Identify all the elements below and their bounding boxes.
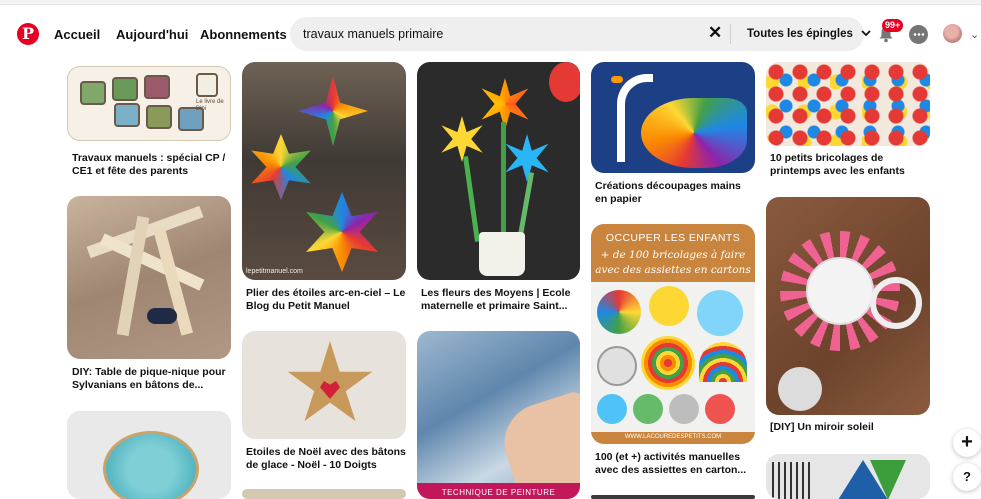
pin-title[interactable]: [DIY] Un miroir soleil [770,421,928,434]
pin-image-partial[interactable] [591,495,755,499]
create-button[interactable]: + [953,429,981,457]
pin-title[interactable]: Plier des étoiles arc-en-ciel – Le Blog … [246,287,406,312]
small-mirror [778,367,822,411]
pin-image-partial[interactable] [242,489,406,499]
pin-watermark: lepetitmanuel.com [246,268,303,275]
account-chevron-icon[interactable]: ⌄ [970,28,979,41]
pin-image-cp[interactable]: Le livre de Bibi [67,66,231,141]
tape-roll [870,277,922,329]
nav-home[interactable]: Accueil [54,27,100,42]
pin-image-notebook[interactable] [766,454,930,499]
chat-icon[interactable] [909,25,928,44]
pin-image-sticks[interactable] [67,196,231,359]
chevron-down-icon [861,30,871,37]
pin-footer-url: WWW.LACOUREDESPETITS.COM [624,434,722,440]
nav-today[interactable]: Aujourd'hui [116,27,188,42]
paper-star [298,76,368,146]
search-divider [730,24,731,44]
pin-overlay-line: + de 100 bricolages à faire [600,249,746,261]
paper-plate [641,336,695,390]
spiral-binding [772,462,812,499]
search-input[interactable]: travaux manuels primaire [303,27,443,41]
pin-image-dots[interactable] [766,62,930,146]
paper-plate [633,394,663,424]
stamp-pattern [766,62,930,146]
activity-card [146,105,172,129]
plates-collage [591,282,755,432]
paper-plate [597,290,641,334]
paper-flower [441,116,483,162]
search-bar[interactable]: travaux manuels primaire ✕ Toutes les ép… [290,17,871,51]
paper-plate [649,286,689,326]
pin-image-stars[interactable]: lepetitmanuel.com [242,62,406,280]
activity-card [80,81,106,105]
paper-plate [669,394,699,424]
nav-following[interactable]: Abonnements [200,27,287,42]
pin-title[interactable]: Travaux manuels : spécial CP / CE1 et fê… [72,152,230,177]
browser-top-edge [0,0,981,5]
pin-image-swan[interactable] [591,62,755,173]
round-mirror [806,257,874,325]
paper-flower [549,62,580,102]
pin-image-plates[interactable]: OCCUPER LES ENFANTS + de 100 bricolages … [591,224,755,444]
pin-title[interactable]: 100 (et +) activités manuelles avec des … [595,451,755,476]
clear-icon[interactable]: ✕ [708,24,722,42]
pin-title[interactable]: Les fleurs des Moyens | Ecole maternelle… [421,287,579,312]
pin-overlay-line: OCCUPER LES ENFANTS [605,232,741,244]
pin-title[interactable]: Créations découpages mains en papier [595,180,755,205]
activity-card [196,73,218,97]
avatar[interactable] [943,24,962,43]
pin-banner: TECHNIQUE DE PEINTURE [417,483,580,499]
craft-stick [99,233,205,291]
pin-overlay-text: TECHNIQUE DE PEINTURE [441,488,556,497]
pinterest-logo-icon[interactable]: P [17,23,39,45]
pin-overlay-line: avec des assiettes en cartons [595,264,751,276]
paper-star [251,134,311,200]
pin-image-flowers[interactable] [417,62,580,280]
flower-stem [501,122,506,242]
paper-cup [479,232,525,276]
swan-beak [611,76,623,83]
pin-image-watercolor[interactable]: TECHNIQUE DE PEINTURE [417,331,580,499]
pin-image-circle[interactable] [67,411,231,499]
activity-card [112,77,138,101]
beaded-disc [103,431,199,499]
pin-overlay-text: Le livre de Bibi [196,99,224,112]
paper-plate [597,394,627,424]
pin-title[interactable]: 10 petits bricolages de printemps avec l… [770,152,928,177]
top-bar: P Accueil Aujourd'hui Abonnements travau… [0,16,981,54]
help-button[interactable]: ? [953,463,981,491]
activity-card [144,75,170,99]
pin-title[interactable]: Etoiles de Noël avec des bâtons de glace… [246,446,406,471]
paper-plate [705,394,735,424]
filter-label: Toutes les épingles [747,28,853,40]
paper-plate [697,290,743,336]
pin-image-mirror[interactable] [766,197,930,415]
filter-dropdown[interactable]: Toutes les épingles [747,28,871,40]
activity-card [114,103,140,127]
rainbow-hands-wing [641,98,747,168]
flower-stem [463,156,480,242]
paper-flower [505,134,549,182]
swan-neck [617,74,653,162]
paper-star [306,192,378,272]
painted-nail [147,308,177,324]
notifications-badge: 99+ [882,19,904,32]
pin-title[interactable]: DIY: Table de pique-nique pour Sylvanian… [72,366,230,391]
paper-plate [699,342,747,382]
paper-plate [597,346,637,386]
pin-image-etoile[interactable] [242,331,406,439]
